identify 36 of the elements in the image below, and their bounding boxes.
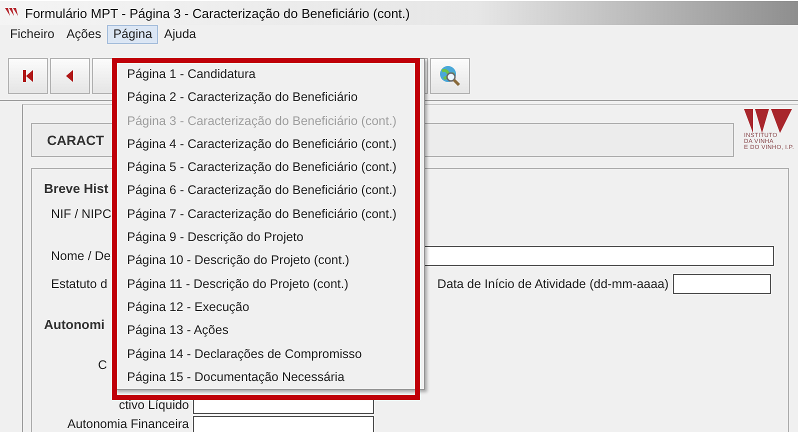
first-page-button[interactable] bbox=[8, 58, 48, 94]
menu-item[interactable]: Página 14 - Declarações de Compromisso bbox=[118, 342, 411, 366]
menu-item[interactable]: Página 1 - Candidatura bbox=[118, 63, 411, 86]
field-label: ctivo Líquido bbox=[118, 398, 190, 412]
menu-item[interactable]: Página 2 - Caracterização do Beneficiário bbox=[118, 86, 411, 110]
menu-item[interactable]: Página 5 - Caracterização do Beneficiário (cont.) bbox=[118, 156, 411, 180]
menu-item[interactable]: Página 9 - Descrição do Projeto bbox=[118, 226, 411, 250]
field-label: NIF / NIPC bbox=[50, 207, 112, 221]
menu-item[interactable]: Página bbox=[107, 25, 158, 44]
menu-item[interactable]: Página 13 - Ações bbox=[118, 319, 411, 343]
field-label: Estatuto d bbox=[50, 277, 108, 291]
first-page-icon bbox=[22, 69, 34, 83]
menu-item[interactable]: Página 4 - Caracterização do Beneficiário (cont.) bbox=[118, 132, 411, 156]
menu-item[interactable]: Ajuda bbox=[158, 25, 202, 44]
field-label: Nome / De bbox=[50, 249, 111, 263]
menu-item[interactable]: Página 6 - Caracterização do Beneficiário (cont.) bbox=[118, 179, 411, 203]
previous-icon bbox=[64, 69, 76, 83]
field-label: C bbox=[97, 358, 108, 372]
section-heading: Breve Hist bbox=[44, 181, 108, 198]
search-button[interactable] bbox=[430, 58, 470, 94]
menu-item[interactable]: Ficheiro bbox=[4, 25, 60, 44]
globe-search-icon bbox=[439, 65, 461, 87]
menu-item[interactable]: Página 11 - Descrição do Projeto (cont.) bbox=[118, 272, 411, 296]
app-icon bbox=[5, 8, 19, 18]
menu-item[interactable]: Página 10 - Descrição do Projeto (cont.) bbox=[118, 249, 411, 273]
field-label: Data de Início de Atividade (dd-mm-aaaa) bbox=[436, 277, 669, 291]
section-heading: Autonomi bbox=[44, 317, 105, 334]
menu-item[interactable]: Ações bbox=[60, 25, 108, 44]
menu-item[interactable]: Página 15 - Documentação Necessária bbox=[118, 366, 411, 390]
previous-button[interactable] bbox=[50, 58, 90, 94]
logo-mark bbox=[744, 109, 792, 133]
menu-item[interactable]: Página 12 - Execução bbox=[118, 296, 411, 320]
field-label: Autonomia Financeira bbox=[66, 417, 190, 431]
window-title: Formulário MPT - Página 3 - Caracterização do Beneficiário (cont.) bbox=[25, 6, 410, 20]
menu-item[interactable]: Página 7 - Caracterização do Beneficiário (cont.) bbox=[118, 202, 411, 226]
section-title: CARACT bbox=[47, 132, 104, 148]
